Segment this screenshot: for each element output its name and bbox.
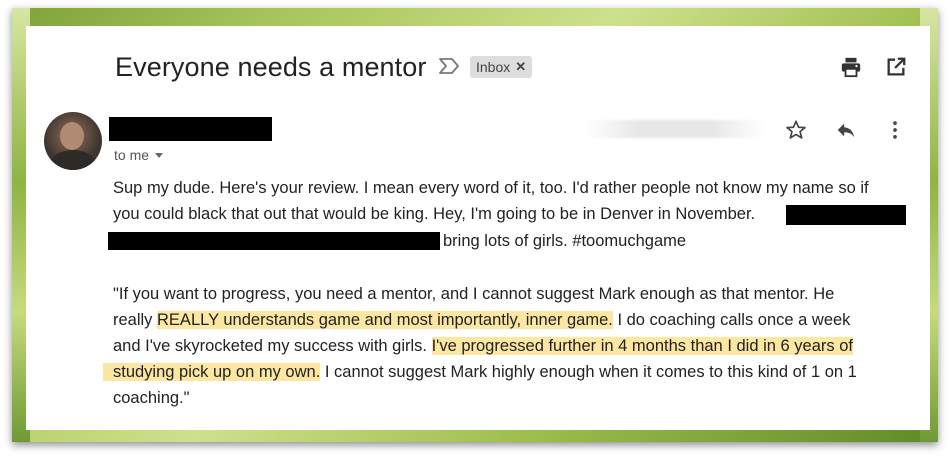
reply-icon[interactable] bbox=[835, 119, 857, 141]
blurred-timestamp bbox=[585, 120, 765, 138]
inbox-label-text: Inbox bbox=[476, 59, 511, 75]
highlighted-quote: REALLY understands game and most importa… bbox=[157, 311, 613, 329]
quote-line-2: really REALLY understands game and most … bbox=[113, 307, 850, 333]
highlighted-quote: studying pick up on my own. bbox=[103, 363, 321, 381]
star-icon[interactable] bbox=[785, 119, 807, 141]
quote-text: I cannot suggest Mark highly enough when… bbox=[320, 363, 857, 381]
open-in-new-window-icon[interactable] bbox=[885, 56, 907, 78]
quote-text: I do coaching calls once a week bbox=[612, 311, 851, 329]
sender-avatar bbox=[44, 112, 102, 170]
important-marker-icon[interactable] bbox=[438, 56, 460, 76]
body-line-1: Sup my dude. Here's your review. I mean … bbox=[113, 179, 869, 197]
recipient-label: to me bbox=[114, 147, 150, 163]
quote-text: really bbox=[113, 311, 158, 329]
quote-line-4: studying pick up on my own. I cannot sug… bbox=[103, 359, 857, 385]
quote-line-1: "If you want to progress, you need a men… bbox=[113, 285, 835, 303]
close-icon[interactable]: ✕ bbox=[515, 59, 526, 75]
redacted-text-block bbox=[786, 205, 906, 225]
print-icon[interactable] bbox=[840, 56, 862, 78]
body-line-2: you could black that out that would be k… bbox=[113, 205, 756, 223]
quote-line-5: coaching." bbox=[113, 389, 190, 407]
body-line-3: bring lots of girls. #toomuchgame bbox=[443, 232, 687, 250]
quote-text: and I've skyrocketed my success with gir… bbox=[113, 337, 432, 355]
recipient-dropdown[interactable]: to me bbox=[114, 147, 164, 163]
highlighted-quote: I've progressed further in 4 months than… bbox=[431, 337, 853, 355]
email-subject: Everyone needs a mentor bbox=[115, 52, 427, 82]
redacted-text-block bbox=[108, 232, 440, 250]
more-vertical-icon[interactable] bbox=[884, 119, 906, 141]
redacted-sender-name bbox=[109, 117, 272, 141]
inbox-label-chip: Inbox ✕ bbox=[470, 56, 533, 78]
chevron-down-icon bbox=[155, 152, 164, 158]
quote-line-3: and I've skyrocketed my success with gir… bbox=[113, 333, 853, 359]
